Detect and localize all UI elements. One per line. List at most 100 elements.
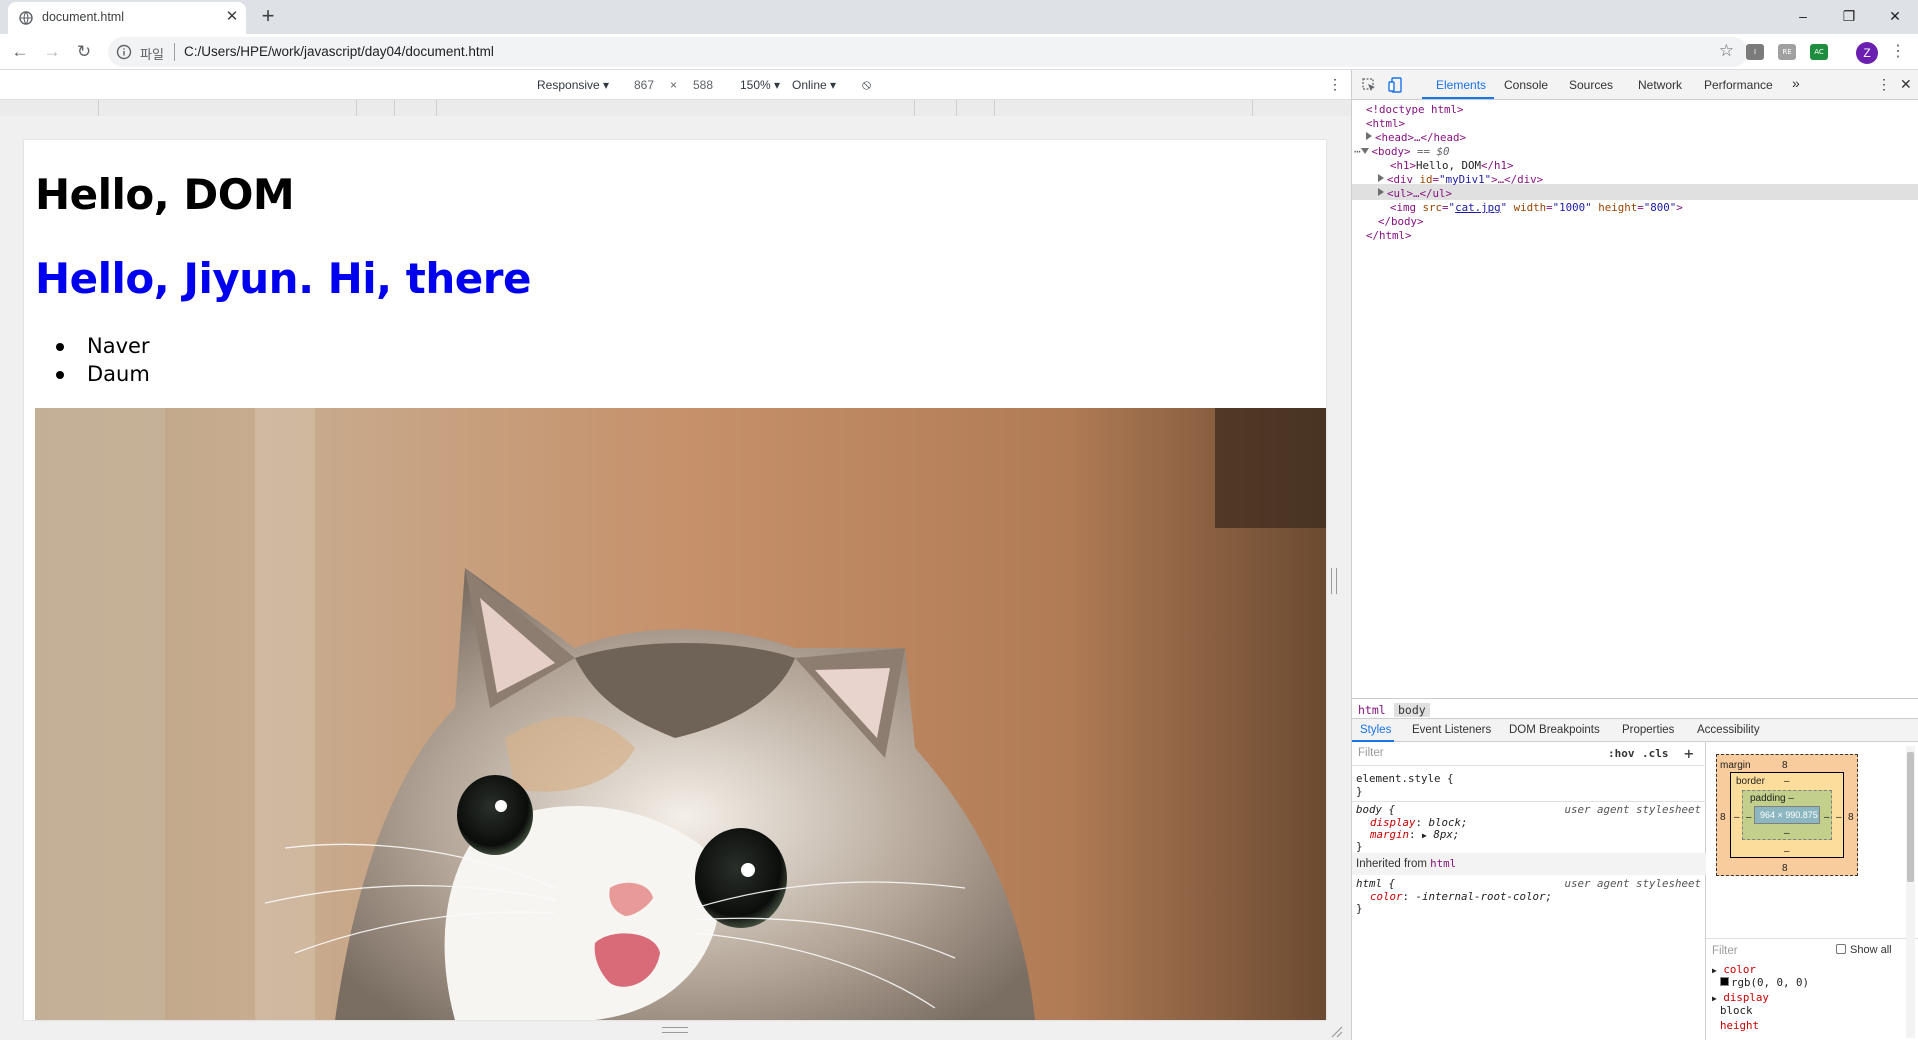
restore-icon[interactable]: ❐ bbox=[1826, 2, 1872, 30]
dom-img[interactable]: <img src="cat.jpg" width="1000" height="… bbox=[1390, 200, 1683, 216]
tab-performance[interactable]: Performance bbox=[1704, 78, 1773, 92]
new-tab-button[interactable]: + bbox=[256, 4, 280, 28]
media-query-ruler[interactable] bbox=[0, 100, 1351, 116]
zoom-select[interactable]: 150% ▾ bbox=[740, 78, 780, 92]
rule-close: } bbox=[1356, 785, 1363, 798]
viewport-resize-corner-icon[interactable] bbox=[1329, 1024, 1343, 1038]
subtab-properties[interactable]: Properties bbox=[1622, 724, 1674, 736]
computed-display-name[interactable]: ▶ display bbox=[1712, 991, 1769, 1004]
network-select[interactable]: Online ▾ bbox=[792, 78, 836, 92]
device-toggle-icon[interactable] bbox=[1388, 77, 1402, 93]
viewport-resize-handle-bottom[interactable] bbox=[662, 1027, 688, 1033]
tab-network[interactable]: Network bbox=[1638, 78, 1682, 92]
border-left-value[interactable]: – bbox=[1734, 812, 1740, 823]
profile-avatar[interactable]: Z bbox=[1856, 42, 1878, 64]
new-rule-icon[interactable]: + bbox=[1684, 744, 1694, 763]
styles-filter-input[interactable]: Filter bbox=[1358, 747, 1384, 759]
color-declaration[interactable]: color: -internal-root-color; bbox=[1370, 890, 1552, 904]
computed-filter-input[interactable]: Filter bbox=[1712, 945, 1738, 957]
dom-html-close[interactable]: </html> bbox=[1366, 228, 1412, 244]
html-rule-selector[interactable]: html { bbox=[1356, 877, 1395, 891]
device-more-icon[interactable]: ⋮ bbox=[1328, 76, 1342, 93]
tab-elements[interactable]: Elements bbox=[1436, 78, 1486, 92]
tab-sources[interactable]: Sources bbox=[1569, 78, 1613, 92]
elements-subtabs: Styles Event Listeners DOM Breakpoints P… bbox=[1352, 718, 1918, 742]
inherited-tag[interactable]: html bbox=[1430, 857, 1456, 870]
scrollbar-thumb[interactable] bbox=[1907, 752, 1914, 882]
border-right-value[interactable]: – bbox=[1836, 812, 1842, 823]
devtools-close-icon[interactable]: ✕ bbox=[1900, 76, 1912, 93]
device-select[interactable]: Responsive ▾ bbox=[537, 78, 609, 92]
bookmark-star-icon[interactable]: ☆ bbox=[1719, 41, 1734, 61]
expand-icon[interactable] bbox=[1366, 132, 1372, 140]
tab-console[interactable]: Console bbox=[1504, 78, 1548, 92]
tab-strip: document.html ✕ + – ❐ ✕ bbox=[0, 0, 1918, 34]
rule-divider bbox=[1352, 801, 1706, 802]
reload-icon[interactable]: ↻ bbox=[72, 40, 96, 64]
scheme-label: 파일 bbox=[140, 47, 164, 62]
hov-toggle[interactable]: :hov bbox=[1608, 747, 1635, 760]
active-tab-indicator bbox=[1422, 97, 1494, 99]
expand-icon[interactable] bbox=[1378, 188, 1384, 196]
forward-icon[interactable]: → bbox=[40, 40, 64, 64]
show-all-toggle[interactable]: Show all bbox=[1836, 944, 1892, 956]
padding-left-value[interactable]: – bbox=[1746, 812, 1752, 823]
inspect-element-icon[interactable] bbox=[1362, 78, 1376, 92]
url-text[interactable]: C:/Users/HPE/work/javascript/day04/docum… bbox=[184, 44, 494, 59]
color-swatch[interactable] bbox=[1720, 977, 1729, 986]
info-icon[interactable] bbox=[116, 44, 132, 60]
tab-close-icon[interactable]: ✕ bbox=[223, 8, 241, 26]
body-rule-selector[interactable]: body { bbox=[1356, 803, 1395, 817]
devtools-menu-icon[interactable]: ⋮ bbox=[1877, 76, 1891, 93]
content-size[interactable]: 964 × 990.875 bbox=[1760, 810, 1818, 820]
minimize-icon[interactable]: – bbox=[1780, 2, 1826, 30]
window-close-icon[interactable]: ✕ bbox=[1872, 2, 1918, 30]
extension-icon-3[interactable]: AC bbox=[1810, 44, 1828, 60]
browser-tab[interactable]: document.html ✕ bbox=[8, 2, 246, 34]
inherited-from-header: Inherited from html bbox=[1352, 853, 1706, 875]
styles-scrollbar[interactable] bbox=[1906, 746, 1915, 1038]
margin-bottom-value[interactable]: 8 bbox=[1782, 863, 1788, 874]
dimension-separator: × bbox=[670, 78, 678, 92]
subtab-accessibility[interactable]: Accessibility bbox=[1697, 724, 1760, 736]
back-icon[interactable]: ← bbox=[8, 40, 32, 64]
cls-toggle[interactable]: .cls bbox=[1642, 747, 1669, 760]
computed-height-name[interactable]: height bbox=[1720, 1019, 1759, 1032]
margin-declaration[interactable]: margin: ▶ 8px; bbox=[1370, 828, 1459, 842]
device-toolbar: Responsive ▾ 867 × 588 150% ▾ Online ▾ ⦸… bbox=[0, 70, 1351, 100]
breadcrumb-body[interactable]: body bbox=[1394, 703, 1430, 717]
more-tabs-icon[interactable]: » bbox=[1792, 75, 1800, 91]
show-all-checkbox[interactable] bbox=[1836, 944, 1846, 954]
viewport-resize-handle-right[interactable] bbox=[1331, 568, 1337, 594]
user-agent-label: user agent stylesheet bbox=[1564, 877, 1701, 890]
subtab-event-listeners[interactable]: Event Listeners bbox=[1412, 724, 1491, 736]
omnibox-divider bbox=[174, 43, 175, 61]
margin-left-value[interactable]: 8 bbox=[1720, 812, 1726, 823]
styles-pane: Filter :hov .cls + element.style { } bod… bbox=[1352, 742, 1706, 1040]
viewport-height[interactable]: 588 bbox=[693, 78, 713, 92]
element-style-rule[interactable]: element.style { bbox=[1356, 772, 1454, 786]
border-top-value[interactable]: – bbox=[1784, 776, 1790, 787]
collapse-icon[interactable] bbox=[1360, 148, 1369, 154]
computed-color-name[interactable]: ▶ color bbox=[1712, 963, 1756, 976]
tab-title: document.html bbox=[42, 10, 124, 24]
extension-icon-2[interactable]: RE bbox=[1778, 44, 1796, 60]
subtab-dom-breakpoints[interactable]: DOM Breakpoints bbox=[1509, 724, 1600, 736]
breadcrumb-html[interactable]: html bbox=[1358, 703, 1386, 717]
subtab-styles[interactable]: Styles bbox=[1360, 724, 1391, 736]
margin-top-value[interactable]: 8 bbox=[1782, 760, 1788, 771]
padding-bottom-value[interactable]: – bbox=[1784, 828, 1790, 839]
page-subheading: Hello, Jiyun. Hi, there bbox=[35, 254, 531, 303]
border-bottom-value[interactable]: – bbox=[1784, 846, 1790, 857]
chrome-menu-icon[interactable]: ⋮ bbox=[1890, 42, 1906, 62]
margin-right-value[interactable]: 8 bbox=[1848, 812, 1854, 823]
computed-color-value: rgb(0, 0, 0) bbox=[1720, 976, 1809, 989]
address-bar[interactable]: 파일 C:/Users/HPE/work/javascript/day04/do… bbox=[108, 37, 1748, 67]
rotate-icon[interactable]: ⦸ bbox=[862, 76, 871, 93]
viewport-width[interactable]: 867 bbox=[634, 78, 654, 92]
extension-icon-1[interactable]: I bbox=[1746, 44, 1764, 60]
padding-right-value[interactable]: – bbox=[1824, 812, 1830, 823]
margin-label: margin bbox=[1720, 760, 1751, 771]
cat-image bbox=[35, 408, 1326, 1020]
expand-icon[interactable] bbox=[1378, 174, 1384, 182]
